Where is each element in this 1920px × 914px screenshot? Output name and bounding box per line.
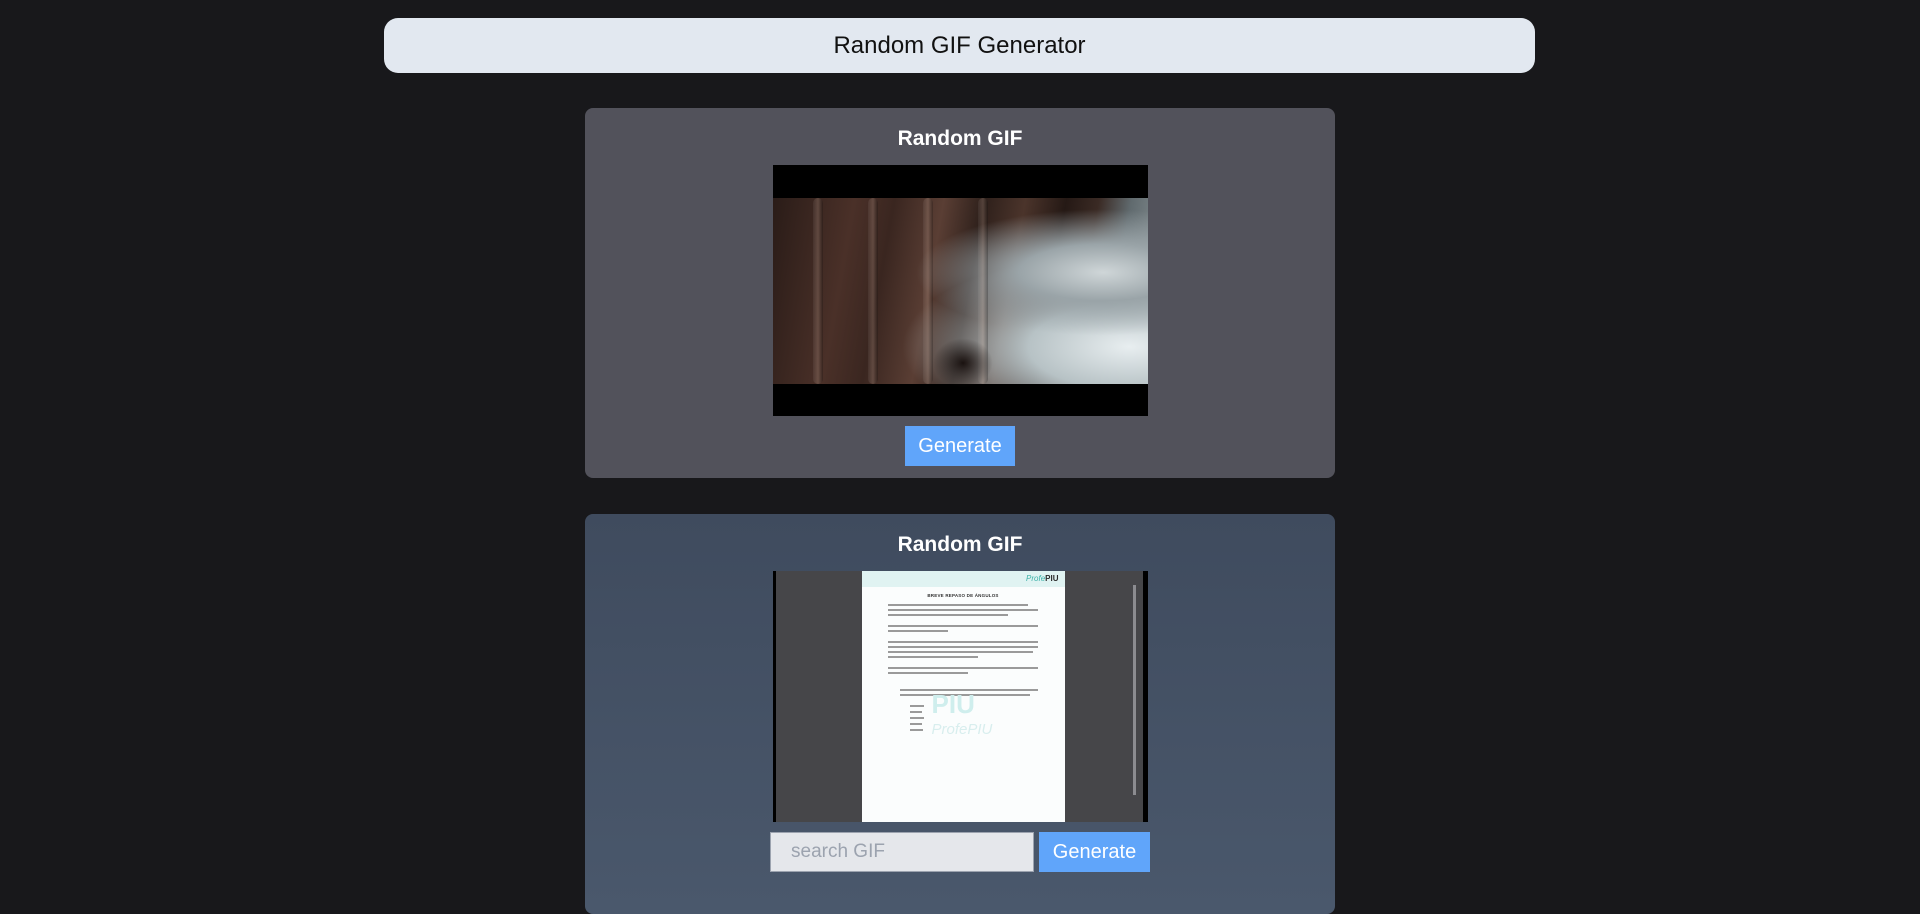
search-gif-title: Random GIF <box>897 533 1023 556</box>
document-title: BREVE REPASO DE ÁNGULOS <box>927 593 999 598</box>
generate-search-button[interactable]: Generate <box>1039 832 1150 872</box>
watermark-logo: PIU <box>931 689 975 719</box>
random-gif-title: Random GIF <box>897 127 1023 150</box>
search-input[interactable] <box>770 832 1034 872</box>
watermark-logo-text: ProfePIU <box>931 721 993 738</box>
document-page: ProfePIU BREVE REPASO DE ÁNGULOS PIU Pro… <box>861 571 1065 822</box>
search-gif-image: ProfePIU BREVE REPASO DE ÁNGULOS PIU Pro… <box>772 571 1148 822</box>
document-scrollbar <box>1132 585 1136 795</box>
search-row: Generate <box>770 832 1150 872</box>
random-gif-card: Random GIF Generate <box>585 108 1335 478</box>
app-title: Random GIF Generator <box>384 18 1535 73</box>
gif-scene <box>772 198 1148 388</box>
generate-random-button[interactable]: Generate <box>905 426 1015 466</box>
brand-logo: ProfePIU <box>1026 574 1059 583</box>
random-gif-image <box>772 165 1148 416</box>
search-gif-card: Random GIF ProfePIU BREVE REPASO DE ÁNGU… <box>585 514 1335 914</box>
